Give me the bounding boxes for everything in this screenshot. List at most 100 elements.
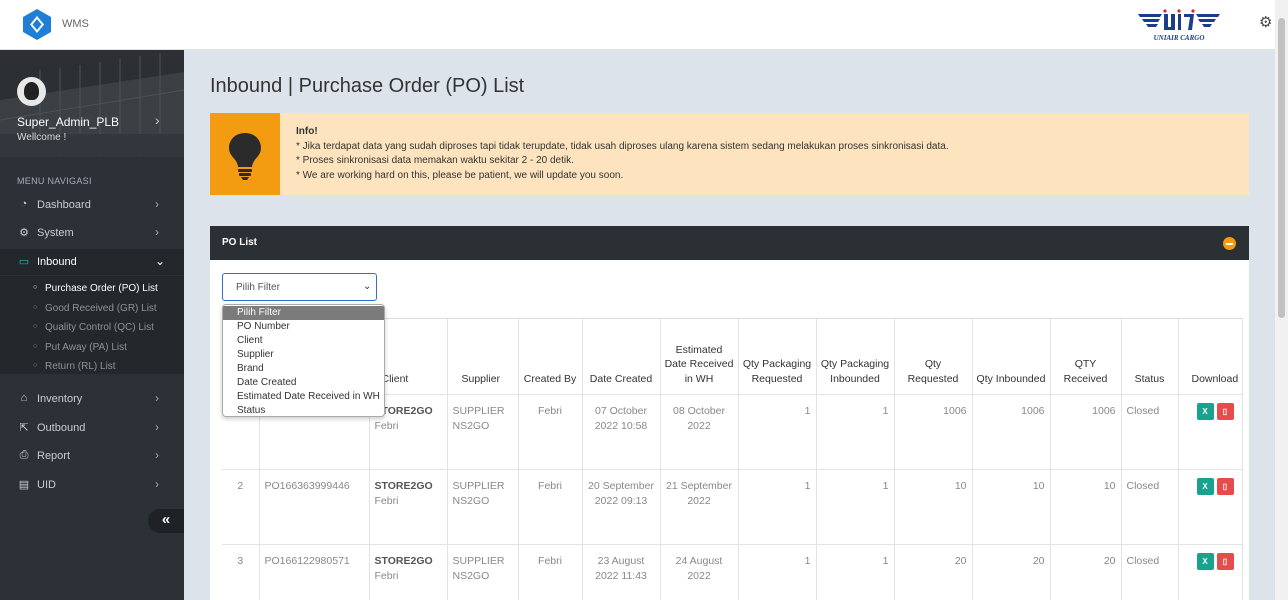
- excel-download-icon[interactable]: X: [1196, 553, 1214, 570]
- avatar[interactable]: [17, 77, 46, 106]
- col-download[interactable]: Download: [1177, 318, 1244, 395]
- col-date-created[interactable]: Date Created: [581, 318, 661, 395]
- excel-download-icon[interactable]: X: [1196, 478, 1214, 495]
- sub-item-label: Return (RL) List: [45, 361, 116, 372]
- pdf-download-icon[interactable]: ▯: [1216, 478, 1234, 495]
- circle-icon: ○: [33, 343, 38, 350]
- collapse-minus-icon[interactable]: [1223, 237, 1236, 250]
- nav-item-label: UID: [37, 479, 56, 491]
- col-qty-req[interactable]: Qty Requested: [893, 318, 973, 395]
- cell-qty-req: 20: [893, 544, 973, 600]
- info-line: * We are working hard on this, please be…: [296, 169, 624, 181]
- cell-qty-pack-inb: 1: [815, 544, 895, 600]
- col-qty-pack-inb[interactable]: Qty Packaging Inbounded: [815, 318, 895, 395]
- wms-logo-icon[interactable]: [22, 8, 52, 41]
- col-est-date[interactable]: Estimated Date Received in WH: [659, 318, 739, 395]
- filter-select-value: Pilih Filter: [236, 282, 280, 293]
- user-name[interactable]: Super_Admin_PLB: [17, 115, 119, 129]
- cell-est-date: 24 August 2022: [659, 544, 739, 600]
- circle-icon: ○: [33, 362, 38, 369]
- nav-item-label: Outbound: [37, 422, 86, 434]
- chevron-right-icon: ›: [155, 420, 159, 434]
- info-text: Info! * Jika terdapat data yang sudah di…: [296, 125, 949, 183]
- nav-item-label: Dashboard: [37, 199, 91, 211]
- nav-item-inventory[interactable]: ⌂ Inventory ›: [0, 386, 184, 412]
- pdf-download-icon[interactable]: ▯: [1216, 553, 1234, 570]
- card-title: PO List: [222, 237, 258, 248]
- client-name: STORE2GO: [374, 555, 433, 567]
- cell-client: STORE2GO Febri: [368, 544, 448, 600]
- col-qty-rec[interactable]: QTY Received: [1049, 318, 1122, 395]
- info-icon-panel: [210, 113, 280, 195]
- cell-no: 3: [222, 544, 260, 600]
- cell-status: Closed: [1120, 544, 1179, 600]
- cell-qty-rec: 20: [1049, 544, 1122, 600]
- nav-item-report[interactable]: ⎙ Report ›: [0, 443, 184, 469]
- menu-header: MENU NAVIGASI: [17, 176, 92, 186]
- cell-qty-rec: 10: [1049, 469, 1122, 545]
- sub-item-po-list[interactable]: ○ Purchase Order (PO) List: [0, 279, 184, 299]
- nav-item-label: Inbound: [37, 256, 77, 268]
- lightbulb-icon: [229, 133, 261, 180]
- cell-qty-pack-req: 1: [737, 469, 817, 545]
- filter-option[interactable]: Date Created: [223, 376, 384, 390]
- filter-option[interactable]: PO Number: [223, 320, 384, 334]
- scrollbar-thumb[interactable]: [1278, 18, 1285, 318]
- sidebar-collapse-button[interactable]: «: [148, 509, 184, 533]
- pdf-download-icon[interactable]: ▯: [1216, 403, 1234, 420]
- chevron-right-icon: ›: [155, 225, 159, 239]
- cell-qty-inb: 20: [971, 544, 1051, 600]
- table-row: 2 PO166363999446 STORE2GO Febri SUPPLIER …: [222, 469, 1244, 545]
- cell-status: Closed: [1120, 394, 1179, 470]
- nav-item-inbound[interactable]: ▭ Inbound ⌄: [0, 249, 184, 275]
- filter-option[interactable]: Brand: [223, 362, 384, 376]
- nav-item-outbound[interactable]: ⇱ Outbound ›: [0, 415, 184, 441]
- cell-qty-pack-req: 1: [737, 394, 817, 470]
- filter-dropdown-menu: Pilih Filter PO Number Client Supplier B…: [222, 304, 385, 417]
- app-name: WMS: [62, 18, 89, 30]
- sub-item-qc-list[interactable]: ○ Quality Control (QC) List: [0, 318, 184, 338]
- col-created-by[interactable]: Created By: [517, 318, 583, 395]
- table-row: 3 PO166122980571 STORE2GO Febri SUPPLIER …: [222, 544, 1244, 600]
- svg-text:UNIAIR CARGO: UNIAIR CARGO: [1154, 34, 1205, 42]
- chevron-right-icon[interactable]: ›: [155, 112, 160, 128]
- filter-option[interactable]: Client: [223, 334, 384, 348]
- nav-item-dashboard[interactable]: ◔ Dashboard ›: [0, 192, 184, 218]
- nav-item-system[interactable]: ⚙ System ›: [0, 220, 184, 246]
- chevron-right-icon: ›: [155, 448, 159, 462]
- chevron-down-icon: ⌄: [155, 254, 166, 268]
- cell-qty-pack-inb: 1: [815, 394, 895, 470]
- page-scrollbar[interactable]: [1275, 0, 1288, 600]
- col-qty-pack-req[interactable]: Qty Packaging Requested: [737, 318, 817, 395]
- filter-select[interactable]: Pilih Filter ⌄: [222, 273, 377, 301]
- sub-item-pa-list[interactable]: ○ Put Away (PA) List: [0, 338, 184, 358]
- chevron-right-icon: ›: [155, 477, 159, 491]
- cell-created-by: Febri: [517, 469, 583, 545]
- cell-created-by: Febri: [517, 394, 583, 470]
- circle-icon: ○: [33, 304, 38, 311]
- cell-qty-req: 1006: [893, 394, 973, 470]
- user-panel: Super_Admin_PLB Wellcome ! ›: [0, 50, 184, 157]
- excel-download-icon[interactable]: X: [1196, 403, 1214, 420]
- nav-item-uid[interactable]: ▤ UID ›: [0, 472, 184, 498]
- info-line: * Jika terdapat data yang sudah diproses…: [296, 140, 949, 152]
- sub-item-rl-list[interactable]: ○ Return (RL) List: [0, 357, 184, 377]
- chevron-right-icon: ›: [155, 197, 159, 211]
- cell-download: X ▯: [1177, 394, 1244, 470]
- col-qty-inb[interactable]: Qty Inbounded: [971, 318, 1051, 395]
- settings-gear-icon[interactable]: ⚙: [1259, 13, 1272, 31]
- filter-option[interactable]: Estimated Date Received in WH: [223, 390, 384, 404]
- client-sub: Febri: [374, 569, 399, 582]
- po-number-link[interactable]: PO166122980571: [258, 544, 370, 600]
- filter-option[interactable]: Status: [223, 404, 384, 416]
- po-number-link[interactable]: PO166363999446: [258, 469, 370, 545]
- filter-option[interactable]: Supplier: [223, 348, 384, 362]
- circle-icon: ○: [33, 284, 38, 291]
- inbound-submenu: ○ Purchase Order (PO) List ○ Good Receiv…: [0, 276, 184, 374]
- filter-option[interactable]: Pilih Filter: [223, 306, 384, 320]
- col-supplier[interactable]: Supplier: [446, 318, 519, 395]
- client-name: STORE2GO: [374, 480, 433, 492]
- sub-item-gr-list[interactable]: ○ Good Received (GR) List: [0, 299, 184, 319]
- dashboard-icon: ◔: [20, 198, 28, 210]
- col-status[interactable]: Status: [1120, 318, 1179, 395]
